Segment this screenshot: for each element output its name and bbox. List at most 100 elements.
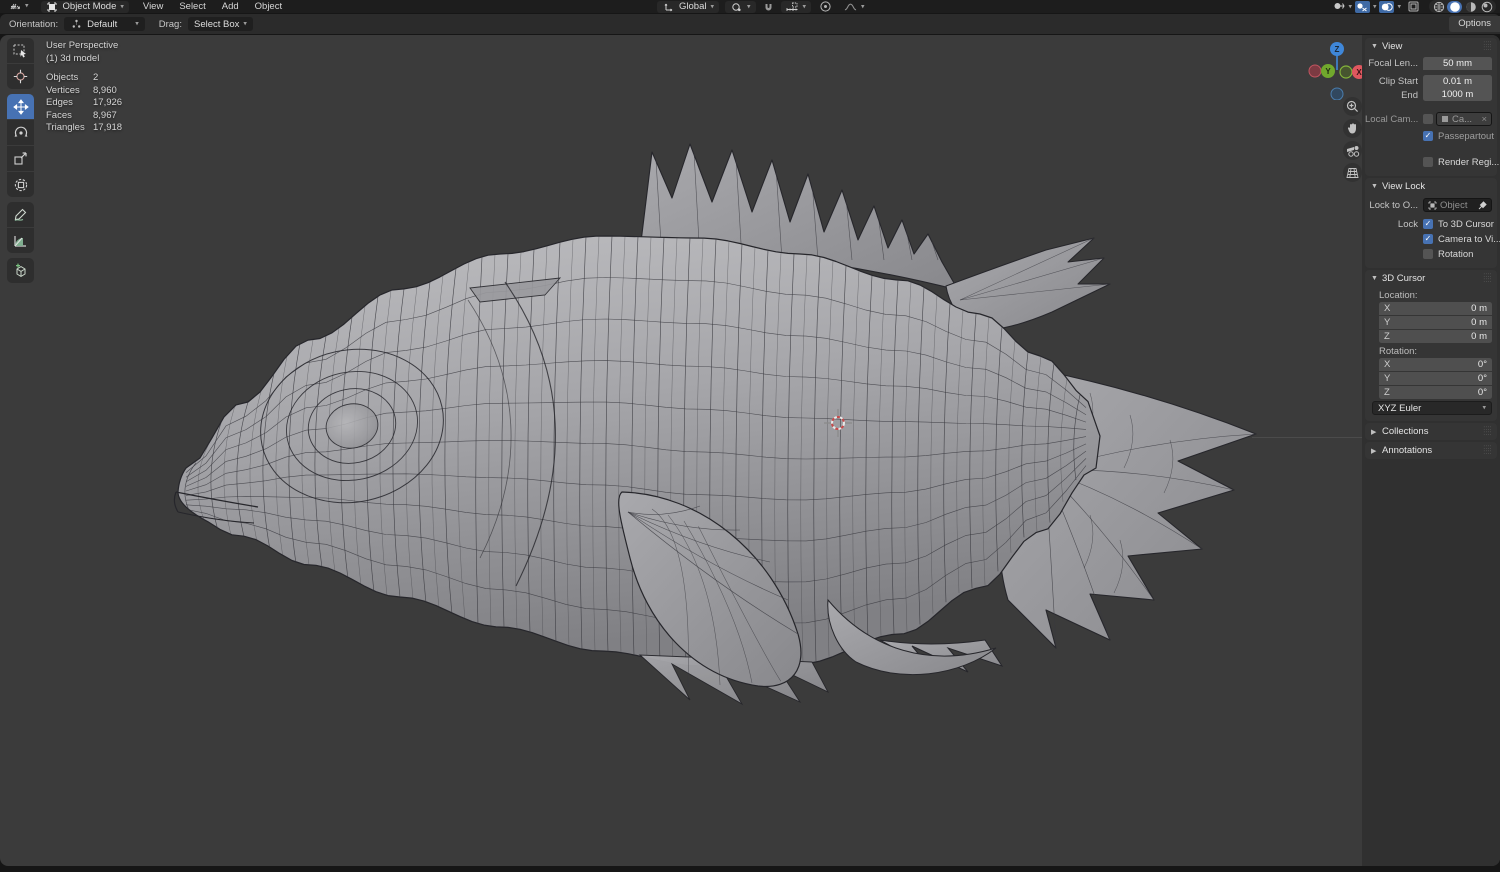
cursor-location-z[interactable]: Z0 m <box>1379 330 1492 343</box>
snap-target-selector[interactable]: ▾ <box>781 1 812 13</box>
tool-rotate[interactable] <box>7 120 34 145</box>
panel-view-header[interactable]: ▼ View :::::::: <box>1365 38 1497 55</box>
toolbar <box>7 38 34 283</box>
passepartout-row: ✓ Passepartout <box>1365 129 1492 143</box>
drag-value: Select Box <box>194 19 239 30</box>
passepartout-checkbox[interactable]: ✓ <box>1423 131 1433 141</box>
lock-rotation-checkbox[interactable] <box>1423 249 1433 259</box>
zoom-view-icon[interactable] <box>1343 97 1362 116</box>
tool-scale[interactable] <box>7 146 34 171</box>
snap-magnet-icon[interactable] <box>762 1 775 13</box>
fish-mesh-model[interactable] <box>0 35 1500 866</box>
eyedropper-icon[interactable] <box>1478 201 1487 210</box>
menu-view[interactable]: View <box>135 0 171 13</box>
chevron-right-icon: ▶ <box>1371 447 1378 455</box>
tool-select-box[interactable] <box>7 38 34 63</box>
shading-solid-button[interactable] <box>1447 1 1462 13</box>
chevron-down-icon: ▾ <box>861 2 865 10</box>
tool-annotate[interactable] <box>7 202 34 227</box>
clear-icon[interactable]: × <box>1481 114 1487 125</box>
to-3d-cursor-checkbox[interactable]: ✓ <box>1423 219 1433 229</box>
panel-view-lock-header[interactable]: ▼ View Lock <box>1365 178 1497 195</box>
cursor-rotation-y[interactable]: Y0° <box>1379 372 1492 385</box>
navigation-gizmo[interactable]: Z Y X <box>1306 38 1368 103</box>
panel-grip-icon[interactable]: :::::::: <box>1483 42 1492 52</box>
lock-rotation-row: Rotation <box>1365 247 1492 261</box>
orientation-label: Orientation: <box>0 19 64 30</box>
chevron-down-icon[interactable]: ▾ <box>1397 2 1401 10</box>
pan-view-icon[interactable] <box>1343 119 1362 138</box>
focal-length-row: Focal Len... 50 mm <box>1365 56 1492 70</box>
chevron-down-icon: ▼ <box>1371 43 1378 50</box>
menu-object[interactable]: Object <box>247 0 290 13</box>
shading-mode-group <box>1429 0 1496 13</box>
panel-3d-cursor: ▼ 3D Cursor :::::::: Location: X0 m Y0 m… <box>1365 270 1497 421</box>
transform-orientation-selector[interactable]: Global ▾ <box>657 1 719 13</box>
xray-toggle-icon[interactable] <box>1379 1 1394 13</box>
chevron-down-icon[interactable]: ▾ <box>1373 2 1377 10</box>
panel-3d-cursor-title: 3D Cursor <box>1382 273 1425 284</box>
focal-length-field[interactable]: 50 mm <box>1423 57 1492 70</box>
local-camera-field[interactable]: Ca... × <box>1436 112 1492 126</box>
panel-annotations-title: Annotations <box>1382 445 1432 456</box>
proportional-falloff-selector[interactable]: ▾ <box>839 1 870 13</box>
tool-add-primitive[interactable] <box>7 258 34 283</box>
mode-selector[interactable]: Object Mode ▾ <box>41 1 129 13</box>
pivot-point-selector[interactable]: ▾ <box>725 1 756 13</box>
cursor-rotation-z[interactable]: Z0° <box>1379 386 1492 399</box>
orientation-value: Global <box>679 1 706 12</box>
tool-settings-bar: Orientation: Default ▾ Drag: Select Box … <box>0 14 1500 34</box>
clip-end-field[interactable]: 1000 m <box>1423 88 1492 101</box>
chevron-down-icon: ▾ <box>243 20 247 28</box>
perspective-ortho-icon[interactable] <box>1343 163 1362 182</box>
render-region-checkbox[interactable] <box>1423 157 1433 167</box>
menu-select[interactable]: Select <box>171 0 213 13</box>
proportional-editing-icon[interactable] <box>817 1 833 13</box>
camera-view-icon[interactable] <box>1343 141 1362 160</box>
rotation-label: Rotation: <box>1379 346 1497 357</box>
chevron-down-icon: ▾ <box>120 2 124 10</box>
panel-annotations-header[interactable]: ▶ Annotations :::::::: <box>1365 442 1497 459</box>
panel-view-lock-title: View Lock <box>1382 181 1425 192</box>
shading-rendered-button[interactable] <box>1479 1 1494 13</box>
show-gizmo-icon[interactable] <box>1332 1 1345 13</box>
cursor-location-x[interactable]: X0 m <box>1379 302 1492 315</box>
panel-collections-header[interactable]: ▶ Collections :::::::: <box>1365 423 1497 440</box>
svg-text:Y: Y <box>1325 67 1331 76</box>
drag-label: Drag: <box>153 19 188 30</box>
cursor-location-y[interactable]: Y0 m <box>1379 316 1492 329</box>
cursor-rotation-x[interactable]: X0° <box>1379 358 1492 371</box>
stat-objects: Objects2 <box>46 72 122 85</box>
panel-view-lock: ▼ View Lock Lock to O... Object Lock ✓ <box>1365 178 1497 268</box>
show-overlays-icon[interactable] <box>1355 1 1370 13</box>
options-button[interactable]: Options <box>1449 16 1500 32</box>
chevron-down-icon[interactable]: ▾ <box>1348 2 1352 10</box>
tool-cursor[interactable] <box>7 64 34 89</box>
tool-move[interactable] <box>7 94 34 119</box>
panel-grip-icon[interactable]: :::::::: <box>1483 446 1492 456</box>
local-camera-checkbox[interactable] <box>1423 114 1433 124</box>
shading-material-button[interactable] <box>1463 1 1478 13</box>
render-pass-icon[interactable] <box>1407 1 1420 13</box>
euler-order-dropdown[interactable]: XYZ Euler ▾ <box>1372 401 1492 415</box>
lock-to-object-field[interactable]: Object <box>1423 198 1492 212</box>
default-orientation-icon <box>70 18 83 30</box>
shading-wireframe-button[interactable] <box>1431 1 1446 13</box>
drag-selector[interactable]: Select Box ▾ <box>188 17 253 31</box>
tool-transform[interactable] <box>7 172 34 197</box>
editor-type-button[interactable]: ▾ <box>0 0 37 13</box>
lock-to-object-row: Lock to O... Object <box>1365 198 1492 212</box>
chevron-down-icon: ▾ <box>25 0 29 13</box>
panel-3d-cursor-header[interactable]: ▼ 3D Cursor :::::::: <box>1365 270 1497 287</box>
clip-start-field[interactable]: 0.01 m <box>1423 75 1492 88</box>
panel-grip-icon[interactable]: :::::::: <box>1483 427 1492 437</box>
camera-data-icon <box>1441 115 1449 123</box>
viewport-3d[interactable]: User Perspective (1) 3d model Objects2 V… <box>0 35 1500 866</box>
lock-3d-cursor-row: Lock ✓ To 3D Cursor <box>1365 217 1492 231</box>
sidebar-n-panel: ▼ View :::::::: Focal Len... 50 mm Clip … <box>1362 35 1500 866</box>
menu-add[interactable]: Add <box>214 0 247 13</box>
panel-grip-icon[interactable]: :::::::: <box>1483 274 1492 284</box>
tool-orientation-selector[interactable]: Default ▾ <box>64 17 145 31</box>
camera-to-view-checkbox[interactable]: ✓ <box>1423 234 1433 244</box>
tool-measure[interactable] <box>7 228 34 253</box>
